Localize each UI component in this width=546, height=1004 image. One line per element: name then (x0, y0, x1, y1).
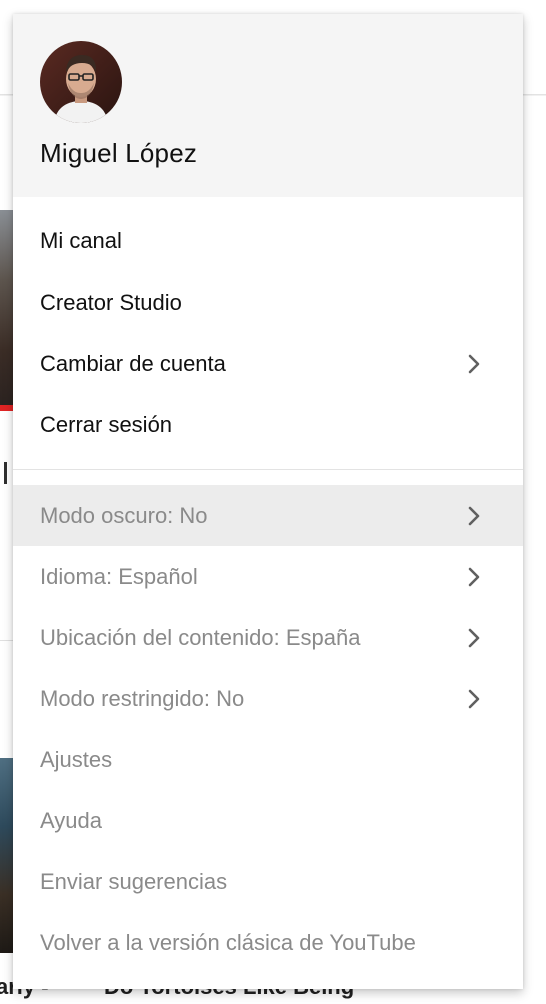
menu-divider (13, 469, 523, 470)
account-header: Miguel López (13, 14, 523, 197)
menu-item-label: Modo restringido: No (40, 685, 245, 711)
chevron-right-icon (467, 354, 481, 374)
menu-item-idioma[interactable]: Idioma: Español (13, 546, 523, 607)
menu-item-label: Ubicación del contenido: España (40, 624, 361, 650)
menu-item-version-clasica[interactable]: Volver a la versión clásica de YouTube (13, 912, 523, 973)
account-menu: Miguel López Mi canal Creator Studio Cam… (13, 14, 523, 989)
menu-item-label: Modo oscuro: No (40, 502, 208, 528)
menu-item-creator-studio[interactable]: Creator Studio (13, 272, 523, 333)
menu-item-label: Idioma: Español (40, 563, 198, 589)
menu-item-enviar-sugerencias[interactable]: Enviar sugerencias (13, 851, 523, 912)
account-name: Miguel López (40, 138, 198, 168)
menu-item-label: Ayuda (40, 807, 102, 833)
menu-item-cambiar-cuenta[interactable]: Cambiar de cuenta (13, 333, 523, 394)
menu-item-ubicacion[interactable]: Ubicación del contenido: España (13, 607, 523, 668)
chevron-right-icon (467, 689, 481, 709)
user-avatar (40, 41, 122, 123)
menu-item-label: Ajustes (40, 746, 113, 772)
menu-item-ayuda[interactable]: Ayuda (13, 790, 523, 851)
avatar (40, 41, 122, 123)
chevron-right-icon (467, 567, 481, 587)
menu-item-label: Mi canal (40, 227, 122, 253)
video-title-fragment (4, 462, 7, 484)
chevron-right-icon (467, 506, 481, 526)
menu-item-label: Cerrar sesión (40, 411, 173, 437)
menu-item-modo-oscuro[interactable]: Modo oscuro: No (13, 485, 523, 546)
menu-item-modo-restringido[interactable]: Modo restringido: No (13, 668, 523, 729)
menu-item-cerrar-sesion[interactable]: Cerrar sesión (13, 394, 523, 455)
chevron-right-icon (467, 628, 481, 648)
menu-item-label: Creator Studio (40, 289, 182, 315)
menu-item-mi-canal[interactable]: Mi canal (13, 210, 523, 271)
menu-item-ajustes[interactable]: Ajustes (13, 729, 523, 790)
menu-item-label: Volver a la versión clásica de YouTube (40, 929, 416, 955)
video-thumbnail[interactable] (0, 758, 14, 953)
menu-item-label: Enviar sugerencias (40, 868, 228, 894)
menu-item-label: Cambiar de cuenta (40, 350, 226, 376)
